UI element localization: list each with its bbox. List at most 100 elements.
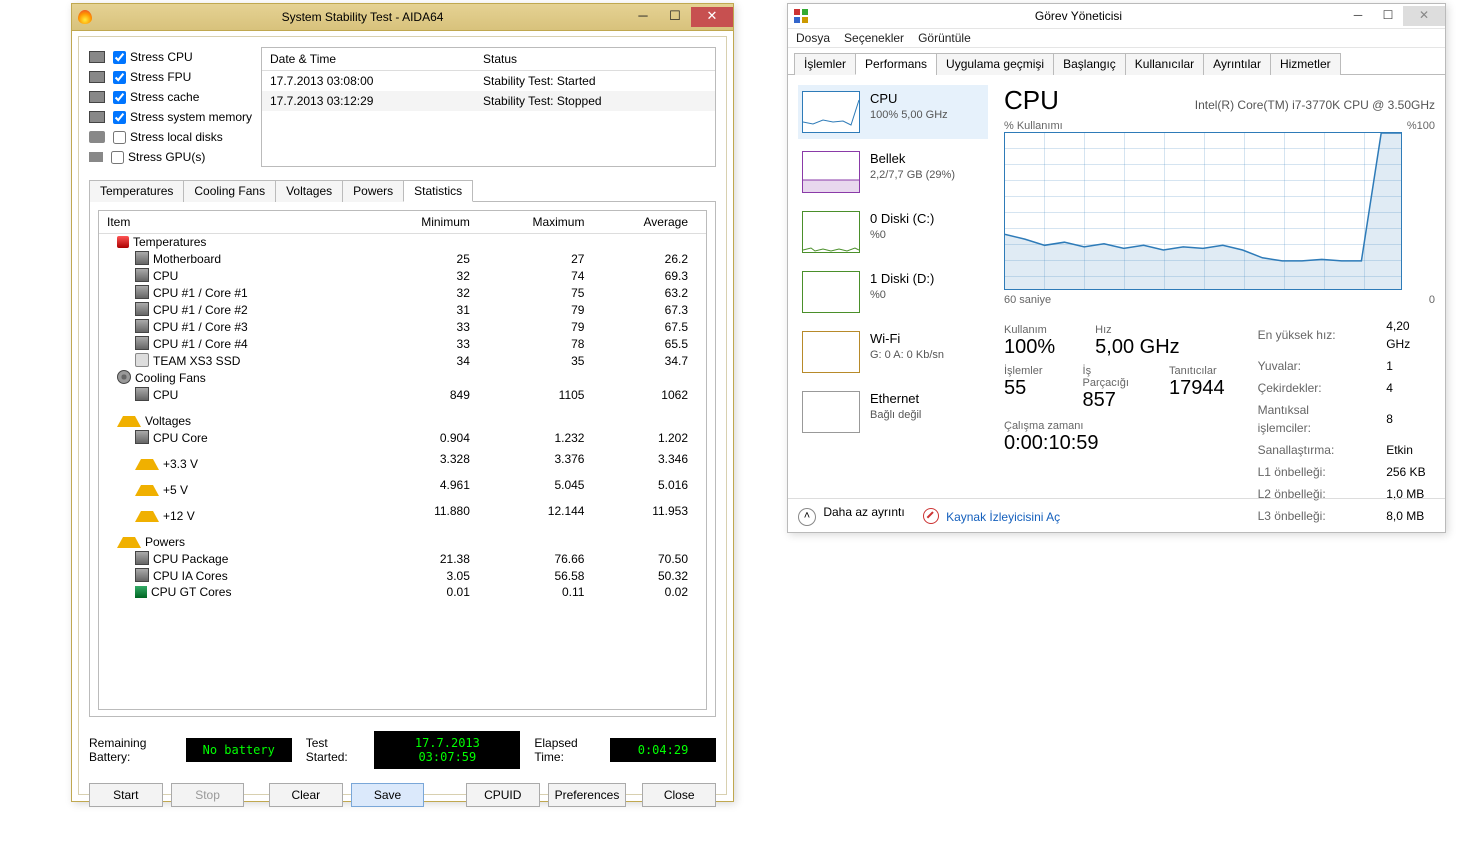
start-button[interactable]: Start <box>89 783 163 807</box>
card-title: CPU <box>870 91 948 107</box>
chip-icon <box>135 268 149 282</box>
warn-icon <box>117 404 141 427</box>
stress-checkbox[interactable] <box>113 131 126 144</box>
warn-icon <box>135 473 159 496</box>
tab-voltages[interactable]: Voltages <box>275 180 343 202</box>
sidebar-card[interactable]: CPU 100% 5,00 GHz <box>798 85 988 139</box>
stat-row[interactable]: Voltages <box>99 403 706 429</box>
col-avg[interactable]: Average <box>602 211 706 234</box>
stat-row[interactable]: CPU #1 / Core #4 33 78 65.5 <box>99 335 706 352</box>
close-dialog-button[interactable]: Close <box>642 783 716 807</box>
aida64-titlebar[interactable]: System Stability Test - AIDA64 ─ ☐ ✕ <box>72 4 733 31</box>
stress-checkbox[interactable] <box>113 51 126 64</box>
stress-option[interactable]: Stress cache <box>89 87 253 107</box>
cpuid-button[interactable]: CPUID <box>466 783 540 807</box>
stat-row[interactable]: CPU IA Cores 3.05 56.58 50.32 <box>99 567 706 584</box>
chart-xlabel: 60 saniye <box>1004 294 1051 306</box>
stat-row[interactable]: CPU #1 / Core #3 33 79 67.5 <box>99 318 706 335</box>
col-max[interactable]: Maximum <box>488 211 603 234</box>
stat-row[interactable]: +5 V 4.961 5.045 5.016 <box>99 472 706 498</box>
sidebar-card[interactable]: Bellek 2,2/7,7 GB (29%) <box>798 145 988 199</box>
close-button[interactable]: ✕ <box>691 7 733 27</box>
card-sub: %0 <box>870 227 934 243</box>
tab-powers[interactable]: Powers <box>342 180 404 202</box>
menu-dosya[interactable]: Dosya <box>796 31 830 45</box>
stress-label: Stress GPU(s) <box>128 150 205 164</box>
stat-row[interactable]: CPU #1 / Core #1 32 75 63.2 <box>99 284 706 301</box>
stress-checkbox[interactable] <box>113 71 126 84</box>
stress-option[interactable]: Stress FPU <box>89 67 253 87</box>
option-icon <box>89 91 105 103</box>
event-log[interactable]: Date & Time Status 17.7.2013 03:08:00Sta… <box>261 47 716 167</box>
stress-label: Stress system memory <box>130 110 252 124</box>
tab-i-lemler[interactable]: İşlemler <box>794 53 856 75</box>
tab-performans[interactable]: Performans <box>855 53 937 75</box>
col-item[interactable]: Item <box>99 211 378 234</box>
minimize-button[interactable]: ─ <box>627 7 659 27</box>
stat-row[interactable]: Cooling Fans <box>99 369 706 386</box>
menu-seçenekler[interactable]: Seçenekler <box>844 31 904 45</box>
tab-ba-lang-[interactable]: Başlangıç <box>1053 53 1126 75</box>
stress-checkbox[interactable] <box>113 91 126 104</box>
maximize-button[interactable]: ☐ <box>1373 6 1403 26</box>
statistics-table[interactable]: Item Minimum Maximum Average Temperature… <box>98 210 707 710</box>
card-title: Bellek <box>870 151 955 167</box>
tm-tabbar: İşlemlerPerformansUygulama geçmişiBaşlan… <box>788 48 1445 75</box>
sidebar-card[interactable]: 0 Diski (C:) %0 <box>798 205 988 259</box>
stress-option[interactable]: Stress local disks <box>89 127 253 147</box>
log-row[interactable]: 17.7.2013 03:12:29Stability Test: Stoppe… <box>262 91 715 111</box>
col-min[interactable]: Minimum <box>378 211 488 234</box>
stress-options: Stress CPU Stress FPU Stress cache Stres… <box>89 47 253 167</box>
chip-icon <box>135 430 149 444</box>
stat-row[interactable]: Temperatures <box>99 234 706 251</box>
stat-row[interactable]: CPU #1 / Core #2 31 79 67.3 <box>99 301 706 318</box>
mini-chart <box>802 91 860 133</box>
stress-checkbox[interactable] <box>111 151 124 164</box>
task-manager-icon <box>794 9 808 23</box>
stat-row[interactable]: Powers <box>99 524 706 550</box>
stat-row[interactable]: +3.3 V 3.328 3.376 3.346 <box>99 446 706 472</box>
tab-cooling-fans[interactable]: Cooling Fans <box>183 180 276 202</box>
open-resource-monitor[interactable]: Kaynak İzleyicisini Aç <box>923 508 1060 524</box>
sidebar-card[interactable]: 1 Diski (D:) %0 <box>798 265 988 319</box>
stat-row[interactable]: CPU 849 1105 1062 <box>99 386 706 403</box>
stat-row[interactable]: CPU GT Cores 0.01 0.11 0.02 <box>99 584 706 600</box>
tab-kullan-c-lar[interactable]: Kullanıcılar <box>1125 53 1204 75</box>
tab-hizmetler[interactable]: Hizmetler <box>1270 53 1341 75</box>
stat-row[interactable]: TEAM XS3 SSD 34 35 34.7 <box>99 352 706 369</box>
tab-ayr-nt-lar[interactable]: Ayrıntılar <box>1203 53 1271 75</box>
maximize-button[interactable]: ☐ <box>659 7 691 27</box>
menu-görüntüle[interactable]: Görüntüle <box>918 31 971 45</box>
stress-checkbox[interactable] <box>113 111 126 124</box>
sidebar-card[interactable]: Ethernet Bağlı değil <box>798 385 988 439</box>
stat-row[interactable]: CPU Core 0.904 1.232 1.202 <box>99 429 706 446</box>
tm-titlebar[interactable]: Görev Yöneticisi ─ ☐ ✕ <box>788 4 1445 29</box>
stress-option[interactable]: Stress system memory <box>89 107 253 127</box>
stat-row[interactable]: +12 V 11.880 12.144 11.953 <box>99 498 706 524</box>
preferences-button[interactable]: Preferences <box>548 783 627 807</box>
stress-label: Stress FPU <box>130 70 191 84</box>
resource-monitor-icon <box>923 508 939 524</box>
save-button[interactable]: Save <box>351 783 425 807</box>
tab-statistics[interactable]: Statistics <box>403 180 473 202</box>
fewer-details-toggle[interactable]: ˄ Daha az ayrıntı <box>798 505 905 526</box>
aida64-app-icon <box>78 10 92 24</box>
log-row[interactable]: 17.7.2013 03:08:00Stability Test: Starte… <box>262 71 715 92</box>
tab-temperatures[interactable]: Temperatures <box>89 180 184 202</box>
log-header-datetime[interactable]: Date & Time <box>262 48 475 71</box>
clear-button[interactable]: Clear <box>269 783 343 807</box>
close-button[interactable]: ✕ <box>1403 6 1445 26</box>
sidebar-card[interactable]: Wi-Fi G: 0 A: 0 Kb/sn <box>798 325 988 379</box>
minimize-button[interactable]: ─ <box>1343 6 1373 26</box>
stat: İşlemler55 <box>1004 365 1043 412</box>
tab-uygulama-ge-mi-i[interactable]: Uygulama geçmişi <box>936 53 1054 75</box>
task-manager-window: Görev Yöneticisi ─ ☐ ✕ Dosya Seçenekler Gö… <box>787 3 1446 533</box>
stop-button[interactable]: Stop <box>171 783 245 807</box>
stat-row[interactable]: Motherboard 25 27 26.2 <box>99 250 706 267</box>
tm-footer: ˄ Daha az ayrıntı Kaynak İzleyicisini Aç <box>788 498 1445 532</box>
stress-option[interactable]: Stress CPU <box>89 47 253 67</box>
stat-row[interactable]: CPU Package 21.38 76.66 70.50 <box>99 550 706 567</box>
stress-option[interactable]: Stress GPU(s) <box>89 147 253 167</box>
stat-row[interactable]: CPU 32 74 69.3 <box>99 267 706 284</box>
log-header-status[interactable]: Status <box>475 48 715 71</box>
